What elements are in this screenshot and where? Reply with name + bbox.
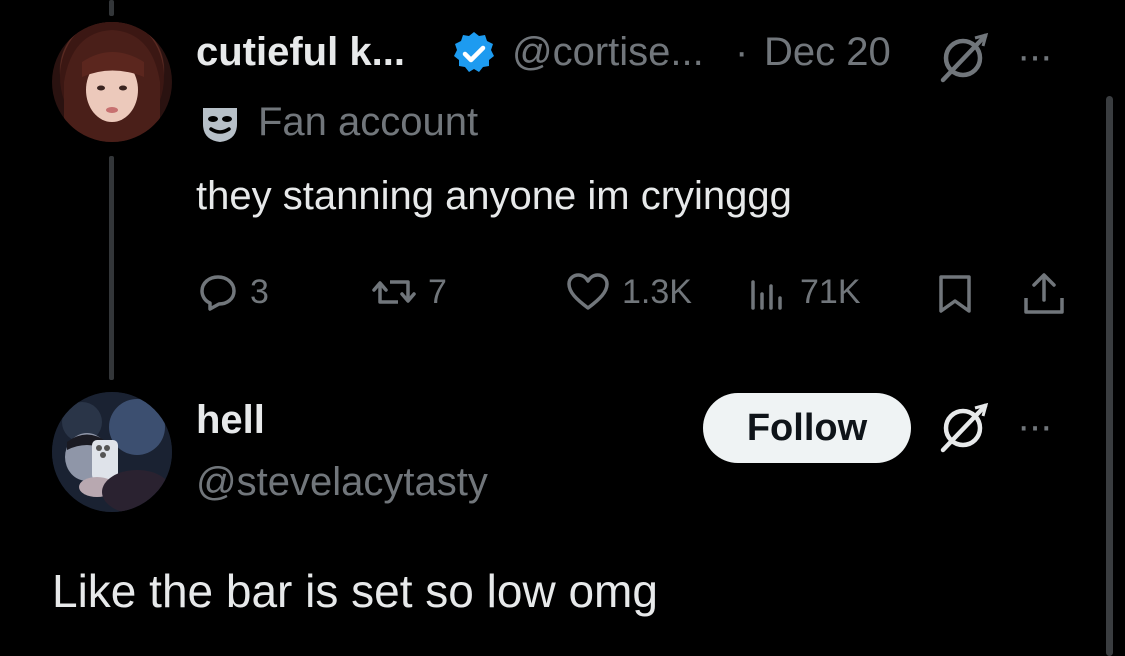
share-icon — [1024, 273, 1064, 314]
view-count: 71K — [800, 272, 861, 311]
author-handle[interactable]: @cortise... — [512, 30, 704, 75]
reply-text: Like the bar is set so low omg — [52, 565, 658, 617]
views-icon — [751, 280, 782, 310]
grok-icon[interactable] — [935, 400, 991, 456]
verified-badge-icon — [450, 30, 498, 78]
bookmark-icon — [939, 275, 971, 313]
heart-icon — [567, 273, 609, 310]
grok-icon[interactable] — [935, 30, 991, 86]
separator-dot: · — [735, 30, 749, 74]
share-button[interactable] — [1022, 272, 1066, 316]
like-button[interactable]: 1.3K — [566, 272, 692, 312]
account-label: Fan account — [258, 100, 479, 144]
more-options-icon[interactable]: ··· — [1017, 404, 1053, 449]
tweet-date[interactable]: Dec 20 — [764, 30, 891, 75]
repost-icon — [372, 280, 416, 304]
like-count: 1.3K — [622, 272, 692, 311]
theater-mask-icon — [200, 104, 240, 144]
more-options-icon[interactable]: ··· — [1017, 34, 1053, 79]
reply-author-name[interactable]: hell — [196, 398, 265, 443]
reply-author-avatar[interactable] — [52, 392, 172, 512]
views-button[interactable]: 71K — [748, 272, 861, 312]
repost-button[interactable]: 7 — [372, 272, 447, 312]
thread-line — [109, 156, 114, 380]
reply-count: 3 — [250, 272, 269, 311]
author-avatar[interactable] — [52, 22, 172, 142]
thread-line-top — [109, 0, 114, 16]
scrollbar[interactable] — [1106, 96, 1113, 656]
bookmark-button[interactable] — [935, 274, 975, 314]
reply-button[interactable]: 3 — [198, 272, 269, 312]
reply-author-handle[interactable]: @stevelacytasty — [196, 460, 488, 505]
reply-icon — [200, 275, 236, 311]
tweet-text: they stanning anyone im cryinggg — [196, 174, 792, 218]
repost-count: 7 — [428, 272, 447, 311]
follow-button[interactable]: Follow — [703, 393, 911, 463]
author-name[interactable]: cutieful k... — [196, 30, 405, 75]
